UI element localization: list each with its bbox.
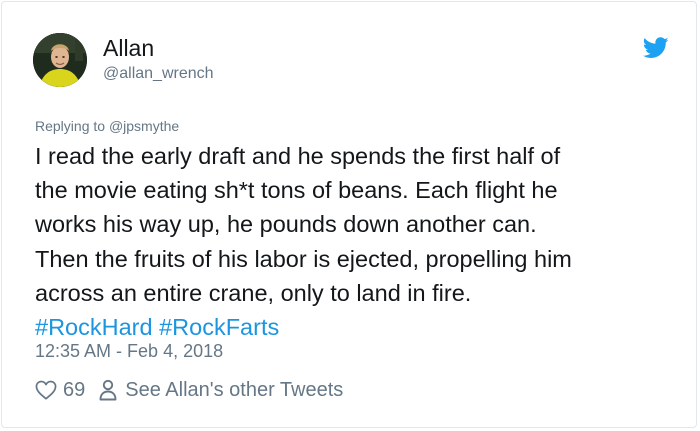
avatar[interactable] [33, 33, 87, 87]
replying-to-prefix: Replying to [35, 118, 109, 134]
likes-count: 69 [63, 378, 86, 401]
tweet-text: I read the early draft and he spends the… [35, 139, 680, 344]
twitter-bird-icon[interactable] [643, 37, 669, 59]
display-name[interactable]: Allan [103, 35, 154, 62]
avatar-image [33, 33, 87, 87]
replying-to: Replying to @jpsmythe [35, 118, 179, 134]
tweet-line: across an entire crane, only to land in … [35, 279, 472, 306]
tweet-card: Allan @allan_wrench Replying to @jpsmyth… [1, 1, 697, 428]
person-icon[interactable] [99, 379, 117, 401]
tweet-line: works his way up, he pounds down another… [35, 211, 537, 238]
hashtag-rockfarts[interactable]: #RockFarts [159, 314, 279, 340]
heart-icon[interactable] [35, 380, 57, 400]
tweet-timestamp[interactable]: 12:35 AM - Feb 4, 2018 [35, 341, 223, 362]
tweet-line: the movie eating sh*t tons of beans. Eac… [35, 177, 558, 204]
reply-mention-link[interactable]: @jpsmythe [109, 118, 179, 134]
tweet-actions: 69 See Allan's other Tweets [35, 377, 343, 403]
tweet-line: Then the fruits of his labor is ejected,… [35, 245, 572, 272]
user-handle[interactable]: @allan_wrench [103, 65, 214, 83]
tweet-line: I read the early draft and he spends the… [35, 143, 561, 169]
hashtags: #RockHard #RockFarts [35, 310, 680, 344]
see-other-tweets-link[interactable]: See Allan's other Tweets [125, 379, 343, 402]
hashtag-rockhard[interactable]: #RockHard [35, 314, 153, 340]
